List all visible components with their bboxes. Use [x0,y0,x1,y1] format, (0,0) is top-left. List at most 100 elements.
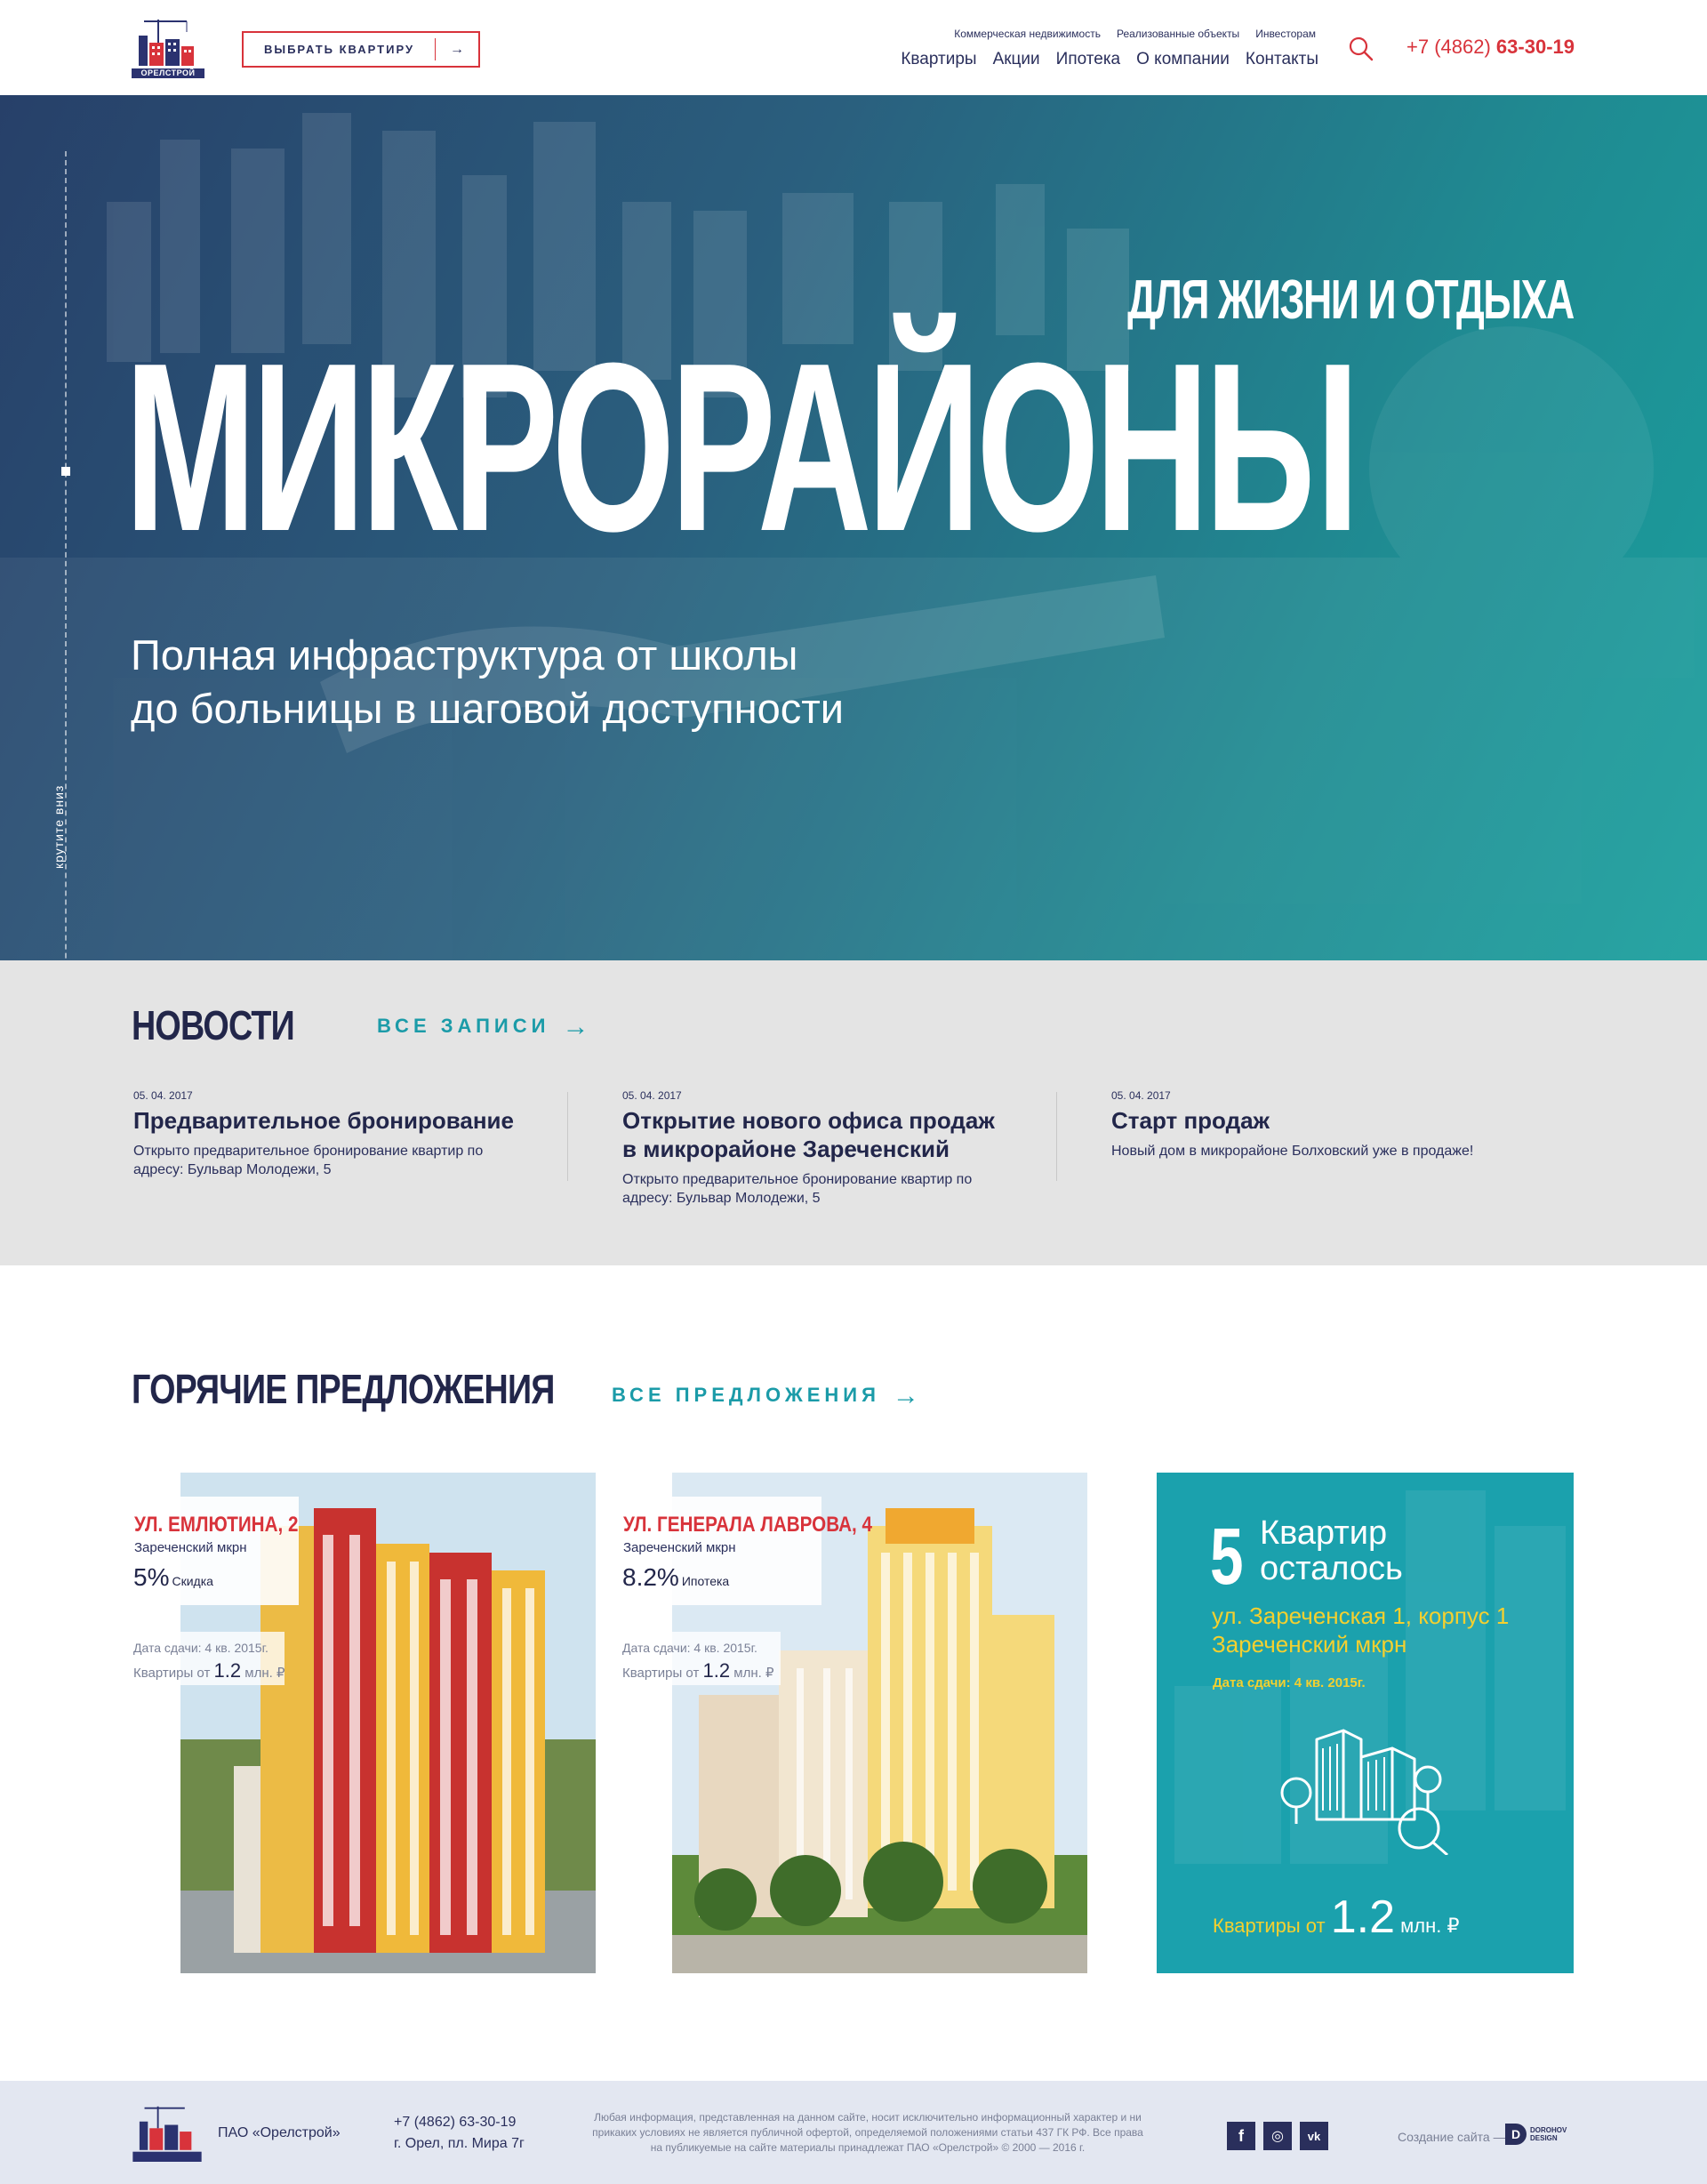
secondary-nav: Коммерческая недвижимость Реализованные … [954,28,1316,40]
arrow-right-icon: → [892,1381,919,1410]
offers-all-label: ВСЕ ПРЕДЛОЖЕНИЯ [612,1384,880,1406]
logo-text: ОРЕЛСТРОЙ [132,68,204,78]
nav-realized[interactable]: Реализованные объекты [1117,28,1239,40]
footer-company: ПАО «Орелстрой» [218,2125,341,2140]
news-headline[interactable]: Открытие нового офиса продаж в микрорайо… [622,1106,1014,1163]
nav-about[interactable]: О компании [1136,50,1230,69]
phone-prefix: +7 (4862) [1406,36,1491,58]
promo-price-unit: млн. [1400,1915,1442,1937]
hero-subtitle: Полная инфраструктура от школы до больни… [131,629,844,735]
phone-number: 63-30-19 [1495,36,1575,58]
promo-price-prefix: Квартиры от [1213,1915,1326,1937]
promo-price: Квартиры от 1.2 млн. ₽ [1213,1891,1460,1944]
promo-price-value: 1.2 [1330,1891,1396,1943]
offer-price-suffix: млн. ₽ [733,1666,774,1681]
news-divider [567,1092,568,1181]
footer-credit: Создание сайта — [1398,2130,1506,2144]
footer-logo[interactable] [132,2103,203,2162]
main-nav: Квартиры Акции Ипотека О компании Контак… [901,50,1318,69]
nav-promotions[interactable]: Акции [993,50,1040,69]
news-date: 05. 04. 2017 [1111,1089,1171,1102]
offers-all-link[interactable]: ВСЕ ПРЕДЛОЖЕНИЯ → [612,1381,919,1411]
nav-contacts[interactable]: Контакты [1246,50,1318,69]
offer-percent-value: 8.2% [622,1563,679,1591]
news-headline[interactable]: Предварительное бронирование [133,1106,578,1135]
offer-street: УЛ. ЕМЛЮТИНА, 2 [134,1513,299,1537]
promo-label: Квартир осталось [1260,1515,1403,1586]
offer-district: Зареченский мкрн [623,1540,736,1555]
news-item: 05. 04. 2017 Предварительное бронировани… [133,1089,578,1179]
studio-logo[interactable]: D DOROHOV DESIGN [1505,2124,1567,2145]
news-date: 05. 04. 2017 [133,1089,193,1102]
offer-percent: 5% Скидка [133,1563,213,1592]
nav-apartments[interactable]: Квартиры [901,50,976,69]
choose-apartment-button[interactable]: ВЫБРАТЬ КВАРТИРУ → [242,31,480,68]
nav-investors[interactable]: Инвесторам [1255,28,1316,40]
vk-icon[interactable]: vk [1300,2122,1328,2150]
scroll-hint[interactable]: крутите вниз [52,785,66,869]
studio-name-line2: DESIGN [1530,2134,1558,2142]
site-header: ОРЕЛСТРОЙ ВЫБРАТЬ КВАРТИРУ → Коммерческа… [0,0,1707,95]
promo-label-line1: Квартир [1260,1514,1388,1552]
hero-title: МИКРОРАЙОНЫ [124,314,1359,582]
footer-legal: Любая информация, представленная на данн… [592,2111,1143,2154]
search-icon[interactable] [1348,36,1374,62]
offer-price-value: 1.2 [702,1659,731,1682]
hero-subtitle-line2: до больницы в шаговой доступности [131,685,844,732]
offer-percent-label: Ипотека [681,1574,730,1588]
news-all-link[interactable]: ВСЕ ЗАПИСИ → [377,1012,589,1042]
logo[interactable]: ОРЕЛСТРОЙ [132,16,204,78]
offer-percent-label: Скидка [172,1574,213,1588]
promo-district: Зареченский мкрн [1212,1631,1407,1658]
offer-date: Дата сдачи: 4 кв. 2015г. [622,1641,757,1655]
nav-commercial[interactable]: Коммерческая недвижимость [954,28,1101,40]
header-phone[interactable]: +7 (4862) 63-30-19 [1406,36,1575,59]
footer-phone[interactable]: +7 (4862) 63-30-19 [394,2115,516,2131]
news-text: Открыто предварительное бронирование ква… [622,1172,973,1206]
offer-price-prefix: Квартиры от [133,1666,211,1681]
promo-label-line2: осталось [1260,1550,1403,1587]
news-text: Новый дом в микрорайоне Болховский уже в… [1111,1144,1474,1159]
site-footer: ПАО «Орелстрой» +7 (4862) 63-30-19 г. Ор… [0,2081,1707,2184]
buildings-search-icon [1280,1729,1448,1855]
news-item: 05. 04. 2017 Открытие нового офиса прода… [622,1089,1014,1208]
facebook-icon[interactable]: f [1227,2122,1255,2150]
news-headline[interactable]: Старт продаж [1111,1106,1556,1135]
footer-address: г. Орел, пл. Мира 7г [394,2136,525,2151]
news-title: НОВОСТИ [132,1002,295,1048]
news-item: 05. 04. 2017 Старт продаж Новый дом в ми… [1111,1089,1556,1160]
offer-district: Зареченский мкрн [134,1540,247,1555]
promo-street: ул. Зареченская 1, корпус 1 [1212,1602,1510,1629]
logo-icon [132,2106,202,2162]
promo-card[interactable]: 5 Квартир осталось ул. Зареченская 1, ко… [1157,1473,1574,1973]
offer-price-value: 1.2 [213,1659,242,1682]
offer-price-prefix: Квартиры от [622,1666,700,1681]
offer-date: Дата сдачи: 4 кв. 2015г. [133,1641,268,1655]
offer-price: Квартиры от 1.2 млн. ₽ [133,1659,285,1682]
offer-street: УЛ. ГЕНЕРАЛА ЛАВРОВА, 4 [623,1513,872,1537]
studio-name-line1: DOROHOV [1530,2126,1567,2134]
arrow-right-icon: → [562,1012,589,1041]
news-divider [1056,1092,1057,1181]
studio-name: DOROHOV DESIGN [1530,2126,1567,2142]
offer-price: Квартиры от 1.2 млн. ₽ [622,1659,774,1682]
hero-subtitle-line1: Полная инфраструктура от школы [131,631,798,678]
hero-banner: ДЛЯ ЖИЗНИ И ОТДЫХА МИКРОРАЙОНЫ Полная ин… [0,95,1707,960]
nav-mortgage[interactable]: Ипотека [1056,50,1120,69]
offers-title: ГОРЯЧИЕ ПРЕДЛОЖЕНИЯ [132,1366,555,1412]
offer-price-suffix: млн. ₽ [244,1666,285,1681]
rail-marker[interactable] [61,467,70,476]
studio-logo-icon: D [1505,2124,1527,2145]
arrow-right-icon: → [450,41,464,57]
news-date: 05. 04. 2017 [622,1089,682,1102]
offer-percent: 8.2% Ипотека [622,1563,729,1592]
promo-count: 5 [1210,1513,1244,1602]
news-all-label: ВСЕ ЗАПИСИ [377,1015,550,1037]
instagram-icon[interactable]: ◎ [1263,2122,1292,2150]
promo-price-currency: ₽ [1447,1915,1460,1937]
news-section: НОВОСТИ ВСЕ ЗАПИСИ → 05. 04. 2017 Предвар… [0,960,1707,1265]
promo-date: Дата сдачи: 4 кв. 2015г. [1213,1675,1366,1690]
choose-apartment-label: ВЫБРАТЬ КВАРТИРУ [263,43,415,56]
promo-address: ул. Зареченская 1, корпус 1 Зареченский … [1212,1602,1509,1658]
offer-percent-value: 5% [133,1563,170,1591]
